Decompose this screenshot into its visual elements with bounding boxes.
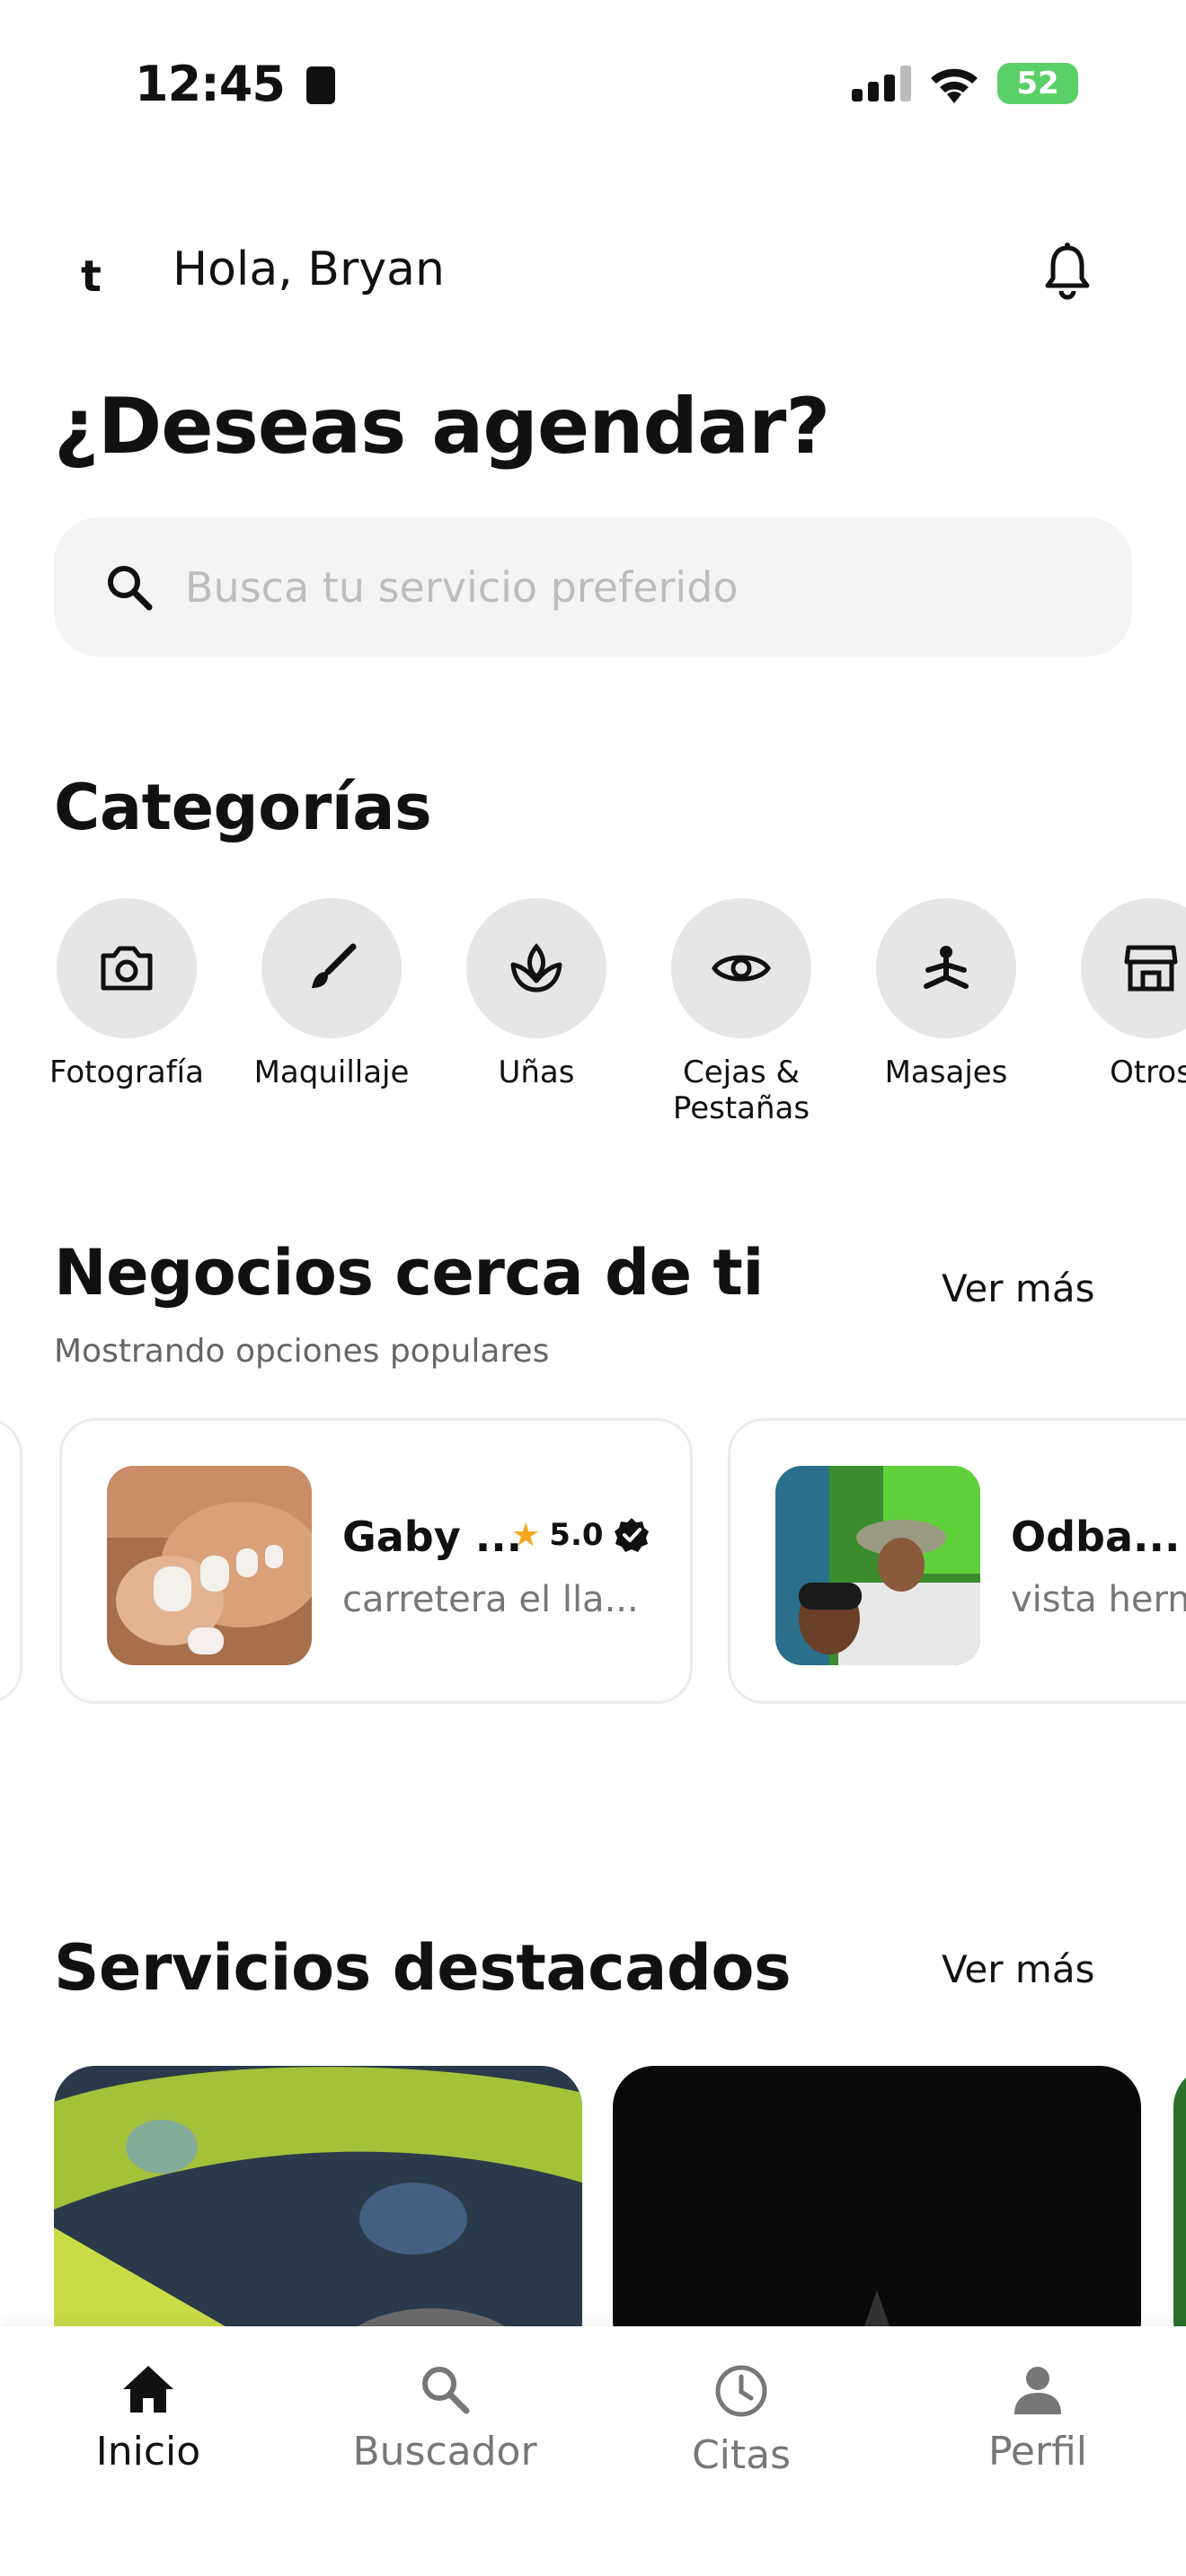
featured-see-more-link[interactable]: Ver más [942,1947,1094,1991]
business-rating: ★ 5.0 [511,1516,651,1554]
status-icons: 52 [852,63,1078,104]
categories-row[interactable]: Fotografía Maquillaje Uñas Cejas & Pesta… [0,898,1186,1132]
nails-icon [510,943,562,992]
business-card-partial[interactable] [0,1418,22,1704]
star-icon: ★ [511,1516,541,1554]
business-name: Gaby ... [342,1513,523,1561]
business-address: vista hern [1011,1579,1186,1620]
business-card[interactable]: Odba... vista hern [728,1418,1186,1704]
app-logo: t [81,251,102,302]
featured-service-card-partial[interactable] [1173,2066,1186,2335]
store-icon [1124,945,1178,992]
nav-inicio[interactable]: Inicio [13,2362,283,2475]
featured-service-card[interactable] [613,2066,1141,2335]
business-name: Odba... [1011,1513,1181,1561]
id-card-icon [305,66,335,104]
search-input[interactable] [183,561,996,613]
eye-icon [712,955,771,982]
search-icon [422,2367,470,2414]
bell-icon[interactable] [1042,243,1093,300]
businesses-subtitle: Mostrando opciones populares [54,1333,550,1370]
battery-indicator: 52 [997,63,1078,104]
greeting: Hola, Bryan [173,243,445,296]
category-masajes[interactable]: Masajes [843,898,1049,1090]
businesses-see-more-link[interactable]: Ver más [942,1266,1094,1310]
nav-buscador[interactable]: Buscador [310,2362,580,2475]
clock-icon [715,2365,767,2417]
category-otros[interactable]: Otros [1048,898,1186,1090]
business-card[interactable]: Gaby ... ★ 5.0 carretera el lla... [59,1418,693,1704]
category-fotografia[interactable]: Fotografía [23,898,230,1090]
status-time: 12:45 [135,56,335,112]
search-bar[interactable] [54,517,1132,657]
business-address: carretera el lla... [342,1579,639,1620]
brush-icon [312,943,357,988]
search-icon [108,565,153,610]
category-maquillaje[interactable]: Maquillaje [228,898,435,1090]
home-icon [123,2366,173,2413]
businesses-carousel[interactable]: Gaby ... ★ 5.0 carretera el lla... Odba.… [0,1415,1186,1711]
categories-title: Categorías [54,771,432,844]
nav-citas[interactable]: Citas [606,2362,876,2478]
businesses-title: Negocios cerca de ti [54,1236,764,1310]
signal-icon [852,66,911,101]
business-image [107,1466,312,1665]
person-icon [1014,2367,1061,2414]
camera-icon [101,946,153,991]
category-cejas[interactable]: Cejas & Pestañas [638,898,845,1126]
featured-title: Servicios destacados [54,1931,792,2005]
featured-service-card[interactable] [54,2066,582,2335]
nav-perfil[interactable]: Perfil [903,2362,1173,2475]
bottom-navigation: Inicio Buscador Citas Perfil [0,2326,1186,2576]
featured-carousel[interactable] [0,2066,1186,2335]
page-title: ¿Deseas agendar? [54,382,830,472]
category-unas[interactable]: Uñas [433,898,640,1090]
business-image [775,1466,980,1665]
massage-icon [924,946,969,989]
verified-icon [614,1518,649,1552]
wifi-icon [931,68,978,103]
